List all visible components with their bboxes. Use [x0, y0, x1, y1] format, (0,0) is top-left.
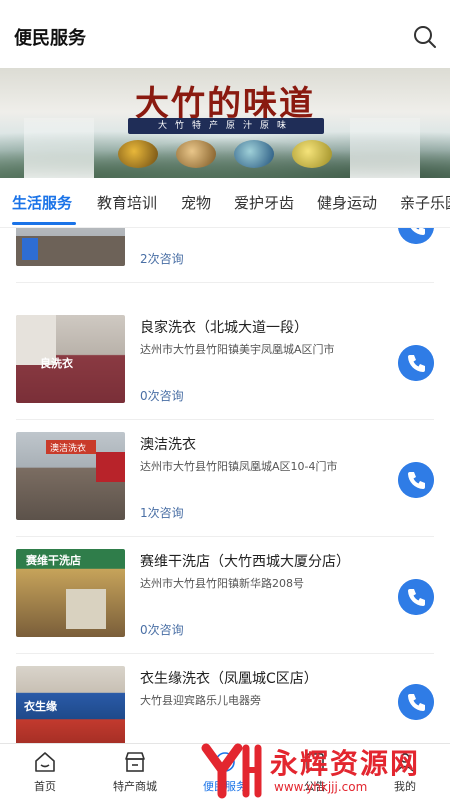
shop-photo: [16, 228, 125, 266]
nav-store[interactable]: 特产商城: [100, 750, 170, 794]
phone-call-button[interactable]: [398, 462, 434, 498]
divider: [16, 282, 434, 283]
shop-name: 赛维干洗店（大竹西城大厦分店）: [140, 554, 350, 570]
category-tabs: 生活服务 教育培训 宠物 爱护牙齿 健身运动 亲子乐园: [0, 178, 450, 228]
shop-photo: 衣生缘: [16, 666, 125, 743]
shop-photo: 澳洁洗衣: [16, 432, 125, 520]
phone-call-button[interactable]: [398, 684, 434, 720]
watermark-text: 永辉资源网: [270, 747, 421, 780]
watermark: 永辉资源网 www.yhkjjj.com: [200, 740, 450, 800]
shop-sign: 澳洁洗衣: [50, 444, 87, 454]
banner-food-images: [118, 140, 338, 172]
list-item[interactable]: 衣生缘 衣生缘洗衣（凤凰城C区店） 大竹县迎宾路乐儿电器旁: [0, 654, 450, 743]
nav-label: 首页: [34, 780, 56, 793]
tab-fitness[interactable]: 健身运动: [317, 192, 377, 213]
service-list: 2次咨询 良洗衣 良家洗衣（北城大道一段） 达州市大竹县竹阳镇美宇凤凰城A区门市…: [0, 228, 450, 743]
shop-photo: 赛维干洗店: [16, 549, 125, 637]
tab-pets[interactable]: 宠物: [181, 192, 211, 213]
shop-photo: 良洗衣: [16, 315, 125, 403]
shop-sign: 衣生缘: [24, 700, 57, 713]
tab-dental[interactable]: 爱护牙齿: [234, 192, 294, 213]
phone-call-button[interactable]: [398, 579, 434, 615]
page-title: 便民服务: [14, 28, 86, 49]
list-item[interactable]: 良洗衣 良家洗衣（北城大道一段） 达州市大竹县竹阳镇美宇凤凰城A区门市 0次咨询: [0, 303, 450, 420]
nav-label: 特产商城: [113, 780, 157, 793]
banner-subtitle: 大竹特产原汁原味: [128, 118, 324, 134]
shop-name: 良家洗衣（北城大道一段）: [140, 320, 308, 336]
shop-address: 达州市大竹县竹阳镇凤凰城A区10-4门市: [140, 460, 338, 473]
shop-address: 达州市大竹县竹阳镇新华路208号: [140, 577, 304, 590]
banner-waterfall: [350, 118, 420, 178]
list-item[interactable]: 澳洁洗衣 澳洁洗衣 达州市大竹县竹阳镇凤凰城A区10-4门市 1次咨询: [0, 420, 450, 537]
food-bowl-image: [234, 140, 274, 168]
food-bowl-image: [118, 140, 158, 168]
active-tab-indicator: [12, 222, 76, 225]
shop-address: 达州市大竹县竹阳镇美宇凤凰城A区门市: [140, 343, 335, 356]
consult-count: 0次咨询: [140, 389, 184, 403]
shop-sign: 良洗衣: [40, 357, 73, 370]
food-bowl-image: [292, 140, 332, 168]
watermark-url: www.yhkjjj.com: [274, 780, 368, 794]
consult-count: 2次咨询: [140, 252, 184, 266]
food-bowl-image: [176, 140, 216, 168]
consult-count: 1次咨询: [140, 506, 184, 520]
phone-call-button[interactable]: [398, 228, 434, 244]
tab-education[interactable]: 教育培训: [97, 192, 157, 213]
nav-home[interactable]: 首页: [10, 750, 80, 794]
home-icon: [35, 752, 55, 772]
shop-address: 大竹县迎宾路乐儿电器旁: [140, 694, 261, 707]
phone-call-button[interactable]: [398, 345, 434, 381]
app-header: 便民服务: [0, 0, 450, 68]
banner-waterfall: [24, 118, 94, 178]
shop-name: 澳洁洗衣: [140, 437, 196, 453]
shop-name: 衣生缘洗衣（凤凰城C区店）: [140, 671, 318, 687]
tab-life-services[interactable]: 生活服务: [12, 192, 72, 213]
shop-sign: 赛维干洗店: [26, 554, 81, 567]
list-item[interactable]: 赛维干洗店 赛维干洗店（大竹西城大厦分店） 达州市大竹县竹阳镇新华路208号 0…: [0, 537, 450, 654]
tab-family[interactable]: 亲子乐园: [400, 192, 450, 213]
watermark-logo-icon: [201, 743, 262, 799]
promo-banner[interactable]: 大竹的味道 大竹特产原汁原味: [0, 68, 450, 178]
store-icon: [125, 752, 145, 772]
search-icon[interactable]: [412, 24, 438, 50]
consult-count: 0次咨询: [140, 623, 184, 637]
list-item[interactable]: 2次咨询: [0, 228, 450, 283]
